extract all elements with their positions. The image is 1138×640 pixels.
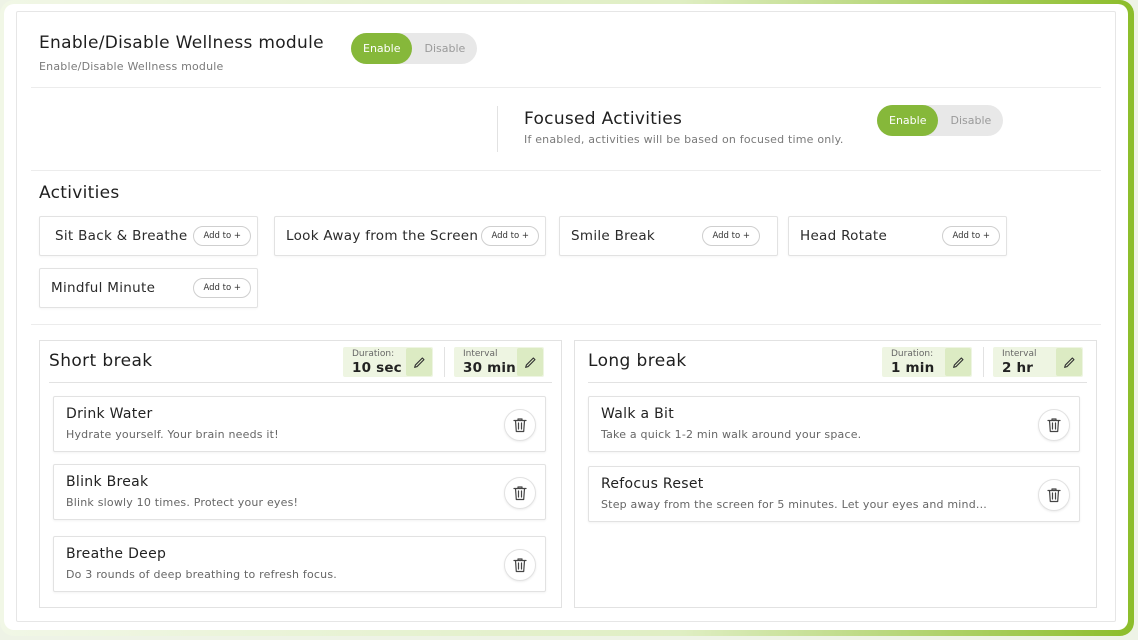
duration-value: 10 sec: [352, 360, 402, 376]
delete-button[interactable]: [1038, 409, 1070, 441]
break-item: Blink Break Blink slowly 10 times. Prote…: [53, 464, 546, 520]
add-to-button[interactable]: Add to +: [702, 226, 760, 246]
pencil-icon: [952, 356, 964, 368]
pencil-icon: [1063, 356, 1075, 368]
panel-divider: [49, 382, 552, 383]
focused-enable-option[interactable]: Enable: [877, 105, 939, 136]
add-to-button[interactable]: Add to +: [193, 226, 251, 246]
module-disable-option[interactable]: Disable: [412, 33, 477, 64]
activity-chip: Look Away from the Screen Add to +: [274, 216, 546, 256]
duration-label: Duration:: [352, 349, 395, 359]
module-subtitle: Enable/Disable Wellness module: [39, 60, 224, 73]
activity-label: Mindful Minute: [51, 280, 156, 296]
focused-title: Focused Activities: [524, 109, 683, 129]
module-title: Enable/Disable Wellness module: [39, 33, 324, 53]
short-break-interval: Interval 30 min: [454, 347, 544, 377]
long-break-panel: Long break Duration: 1 min Interval 2 hr…: [574, 340, 1097, 608]
break-item-desc: Hydrate yourself. Your brain needs it!: [66, 428, 279, 441]
break-item-desc: Take a quick 1-2 min walk around your sp…: [601, 428, 862, 441]
trash-icon: [1047, 418, 1061, 433]
activity-label: Head Rotate: [800, 228, 888, 244]
activity-chip: Mindful Minute Add to +: [39, 268, 258, 308]
break-item: Breathe Deep Do 3 rounds of deep breathi…: [53, 536, 546, 592]
activities-heading: Activities: [39, 183, 120, 203]
short-break-title: Short break: [49, 351, 153, 371]
trash-icon: [513, 418, 527, 433]
delete-button[interactable]: [504, 477, 536, 509]
break-item-desc: Step away from the screen for 5 minutes.…: [601, 498, 987, 511]
divider: [31, 87, 1101, 88]
break-item-title: Breathe Deep: [66, 546, 167, 562]
break-item: Walk a Bit Take a quick 1-2 min walk aro…: [588, 396, 1080, 452]
trash-icon: [1047, 488, 1061, 503]
module-toggle[interactable]: Enable Disable: [351, 33, 478, 64]
edit-duration-button[interactable]: [406, 348, 432, 376]
break-item-title: Refocus Reset: [601, 476, 704, 492]
activity-chip: Head Rotate Add to +: [788, 216, 1007, 256]
activity-chip: Smile Break Add to +: [559, 216, 778, 256]
activity-label: Look Away from the Screen: [286, 228, 479, 244]
break-item-desc: Do 3 rounds of deep breathing to refresh…: [66, 568, 337, 581]
divider: [31, 170, 1101, 171]
add-to-button[interactable]: Add to +: [942, 226, 1000, 246]
duration-value: 1 min: [891, 360, 935, 376]
break-item: Drink Water Hydrate yourself. Your brain…: [53, 396, 546, 452]
activity-label: Sit Back & Breathe: [55, 228, 188, 244]
trash-icon: [513, 486, 527, 501]
meta-separator: [444, 347, 445, 377]
short-break-panel: Short break Duration: 10 sec Interval 30…: [39, 340, 562, 608]
focused-toggle[interactable]: Enable Disable: [877, 105, 1004, 136]
delete-button[interactable]: [504, 409, 536, 441]
break-item: Refocus Reset Step away from the screen …: [588, 466, 1080, 522]
activity-chip: Sit Back & Breathe Add to +: [39, 216, 258, 256]
break-item-title: Walk a Bit: [601, 406, 674, 422]
short-break-duration: Duration: 10 sec: [343, 347, 433, 377]
interval-value: 30 min: [463, 360, 516, 376]
divider: [31, 324, 1101, 325]
trash-icon: [513, 558, 527, 573]
break-item-title: Drink Water: [66, 406, 153, 422]
module-enable-option[interactable]: Enable: [351, 33, 413, 64]
focused-divider: [497, 106, 498, 152]
long-break-duration: Duration: 1 min: [882, 347, 972, 377]
long-break-interval: Interval 2 hr: [993, 347, 1083, 377]
interval-value: 2 hr: [1002, 360, 1034, 376]
add-to-button[interactable]: Add to +: [481, 226, 539, 246]
long-break-title: Long break: [588, 351, 687, 371]
panel-divider: [588, 382, 1087, 383]
pencil-icon: [524, 356, 536, 368]
edit-interval-button[interactable]: [517, 348, 543, 376]
break-item-desc: Blink slowly 10 times. Protect your eyes…: [66, 496, 299, 509]
pencil-icon: [413, 356, 425, 368]
break-item-title: Blink Break: [66, 474, 149, 490]
edit-duration-button[interactable]: [945, 348, 971, 376]
focused-subtitle: If enabled, activities will be based on …: [524, 133, 844, 146]
delete-button[interactable]: [1038, 479, 1070, 511]
add-to-button[interactable]: Add to +: [193, 278, 251, 298]
duration-label: Duration:: [891, 349, 934, 359]
edit-interval-button[interactable]: [1056, 348, 1082, 376]
meta-separator: [983, 347, 984, 377]
wellness-settings-card: Enable/Disable Wellness module Enable/Di…: [16, 11, 1116, 622]
interval-label: Interval: [1002, 349, 1037, 359]
interval-label: Interval: [463, 349, 498, 359]
focused-disable-option[interactable]: Disable: [938, 105, 1003, 136]
delete-button[interactable]: [504, 549, 536, 581]
activity-label: Smile Break: [571, 228, 656, 244]
